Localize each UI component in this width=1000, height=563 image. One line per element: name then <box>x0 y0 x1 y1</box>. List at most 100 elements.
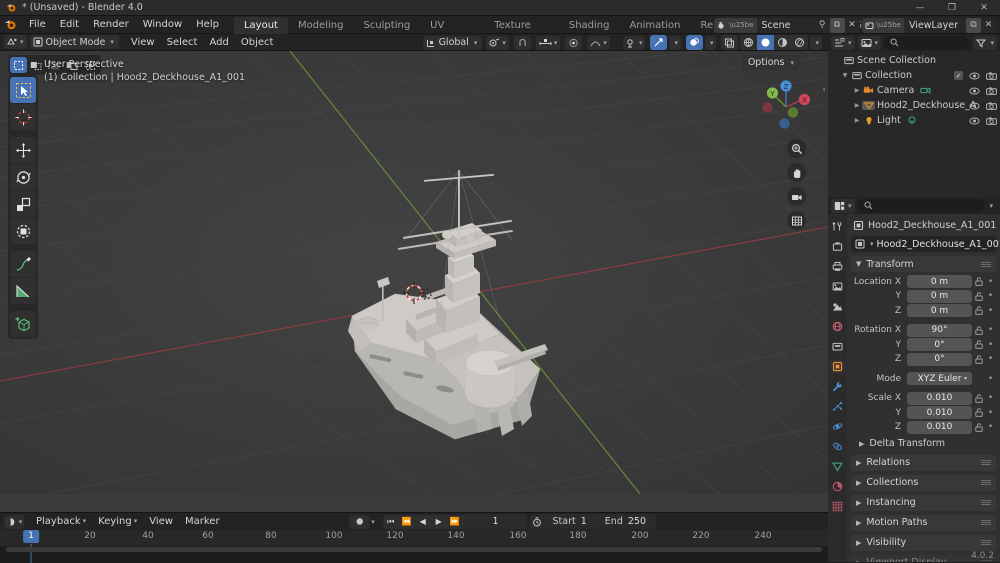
delete-scene-icon[interactable]: ✕ <box>845 18 860 33</box>
navigation-gizmo[interactable]: Z Y X <box>756 75 816 135</box>
location-z-field[interactable]: 0 m <box>907 304 972 317</box>
pan-hand-icon[interactable] <box>787 163 806 182</box>
collection-tab[interactable] <box>829 339 846 354</box>
tab-texture-paint[interactable]: Texture Paint <box>484 17 559 48</box>
measure-tool[interactable] <box>10 278 36 304</box>
tweak-tool[interactable] <box>10 77 36 103</box>
animate-property-dot[interactable]: • <box>985 291 996 301</box>
scale-x-field[interactable]: 0.010 <box>907 391 972 405</box>
timeline-menu-view[interactable]: View <box>143 513 179 530</box>
tab-sculpting[interactable]: Sculpting <box>353 17 420 34</box>
outliner-row-scene-collection[interactable]: Scene Collection <box>828 53 1000 68</box>
play-button[interactable]: ▶ <box>431 515 447 529</box>
annotate-tool[interactable] <box>10 251 36 277</box>
lock-icon[interactable] <box>972 422 985 432</box>
animate-property-dot[interactable]: • <box>985 393 996 403</box>
animate-property-dot[interactable]: • <box>985 325 996 335</box>
transform-panel-header[interactable]: ▼ Transform <box>851 256 996 272</box>
snap-magnet-icon[interactable] <box>513 35 531 50</box>
select-intersect-icon[interactable] <box>82 57 99 73</box>
close-button[interactable]: ✕ <box>968 0 1000 16</box>
viewport-canvas[interactable]: User Perspective (1) Collection | Hood2_… <box>0 51 828 512</box>
disable-render-camera-icon[interactable] <box>986 116 997 125</box>
tab-shading[interactable]: Shading <box>559 17 620 34</box>
hide-eye-icon[interactable] <box>969 72 980 80</box>
lock-icon[interactable] <box>972 306 985 315</box>
expand-triangle[interactable]: ▶ <box>852 102 862 109</box>
collections-panel-header[interactable]: ▶ Collections <box>851 474 996 491</box>
next-keyframe-button[interactable]: ⏩ <box>447 515 463 529</box>
disable-render-camera-icon[interactable] <box>986 101 997 110</box>
properties-editor-type-icon[interactable]: ▾ <box>831 198 855 213</box>
outliner-row-camera[interactable]: ▶ Camera <box>828 83 1000 98</box>
lock-icon[interactable] <box>972 340 985 349</box>
viewport-menu-select[interactable]: Select <box>161 34 204 51</box>
current-frame-field[interactable]: 1 <box>464 514 527 529</box>
disable-render-camera-icon[interactable] <box>986 86 997 95</box>
properties-options-dropdown[interactable]: ▾ <box>989 202 997 210</box>
panel-grip[interactable] <box>981 261 991 267</box>
blender-logo-icon[interactable] <box>4 18 18 31</box>
outliner-search-input[interactable] <box>884 35 971 50</box>
timeline-menu-marker[interactable]: Marker <box>179 513 226 530</box>
rotation-x-field[interactable]: 90° <box>907 323 972 337</box>
transform-orientation-selector[interactable]: Global ▾ <box>422 35 483 50</box>
play-reverse-button[interactable]: ◀ <box>415 515 431 529</box>
scene-selector[interactable]: \u25be Scene ⚲ ⧉ ✕ <box>714 17 860 33</box>
viewport-visibility-icon[interactable]: ▾ <box>622 35 646 50</box>
menu-window[interactable]: Window <box>136 16 189 34</box>
gizmo-dropdown[interactable]: ▾ <box>669 35 681 50</box>
object-tab[interactable] <box>829 359 846 374</box>
expand-triangle[interactable]: ▼ <box>840 72 850 79</box>
modifier-tab[interactable] <box>829 379 846 394</box>
panel-grip[interactable] <box>981 460 991 465</box>
object-mode-selector[interactable]: Object Mode ▾ <box>29 35 119 49</box>
maximize-button[interactable]: ❐ <box>936 0 968 16</box>
timeline-menu-playback[interactable]: Playback ▾ <box>30 513 92 530</box>
shading-dropdown[interactable]: ▾ <box>810 35 822 50</box>
snap-pivot-icon[interactable]: ▾ <box>486 35 509 50</box>
location-y-field[interactable]: 0 m <box>907 289 972 303</box>
rotation-mode-select[interactable]: XYZ Euler ▾ <box>907 372 972 385</box>
timeline-scrollbar[interactable]: › <box>6 545 822 554</box>
outliner-filter-icon[interactable]: ▾ <box>973 35 997 50</box>
overlays-dropdown[interactable]: ▾ <box>704 35 717 50</box>
cursor-tool[interactable] <box>10 104 36 130</box>
proportional-falloff-icon[interactable]: ▾ <box>587 35 610 50</box>
transform-tool[interactable] <box>10 218 36 244</box>
outliner-row-hood2-deckhouse[interactable]: ▶ Hood2_Deckhouse_A <box>828 98 1000 113</box>
timeline-ruler[interactable]: 20 40 60 80 100 120 140 160 180 200 220 … <box>0 530 828 563</box>
lock-icon[interactable] <box>972 325 985 335</box>
prev-keyframe-button[interactable]: ⏪ <box>399 515 415 529</box>
panel-grip[interactable] <box>981 520 991 525</box>
animate-property-dot[interactable]: • <box>985 408 996 418</box>
panel-grip[interactable] <box>981 500 991 505</box>
outliner-editor-type-icon[interactable]: ▾ <box>831 35 855 50</box>
view-layer-tab[interactable] <box>829 279 846 294</box>
viewport-menu-object[interactable]: Object <box>235 34 280 51</box>
panel-grip[interactable] <box>981 540 991 545</box>
viewlayer-name[interactable]: ViewLayer <box>904 18 966 33</box>
jump-to-start-button[interactable]: ⏮ <box>383 515 399 529</box>
minimize-button[interactable]: — <box>904 0 936 16</box>
orthographic-toggle-icon[interactable] <box>787 211 806 230</box>
hide-eye-icon[interactable] <box>969 117 980 125</box>
lock-icon[interactable] <box>972 393 985 403</box>
texture-tab[interactable] <box>829 499 846 514</box>
rotation-z-field[interactable]: 0° <box>907 352 972 366</box>
animate-property-dot[interactable]: • <box>985 354 996 364</box>
tool-tab[interactable] <box>829 219 846 234</box>
camera-view-icon[interactable] <box>787 187 806 206</box>
expand-triangle[interactable]: ▶ <box>852 117 862 124</box>
show-overlays-toggle[interactable] <box>685 35 703 50</box>
show-gizmo-toggle[interactable] <box>650 35 668 50</box>
lock-icon[interactable] <box>972 277 985 286</box>
menu-render[interactable]: Render <box>86 16 136 34</box>
tab-uv-editing[interactable]: UV Editing <box>420 17 484 48</box>
menu-edit[interactable]: Edit <box>53 16 86 34</box>
panel-grip[interactable] <box>981 480 991 485</box>
snap-increment-icon[interactable]: ▾ <box>535 35 561 50</box>
scene-browse-icon[interactable]: \u25be <box>714 17 757 33</box>
new-viewlayer-icon[interactable]: ⧉ <box>966 17 981 33</box>
data-tab[interactable] <box>829 459 846 474</box>
